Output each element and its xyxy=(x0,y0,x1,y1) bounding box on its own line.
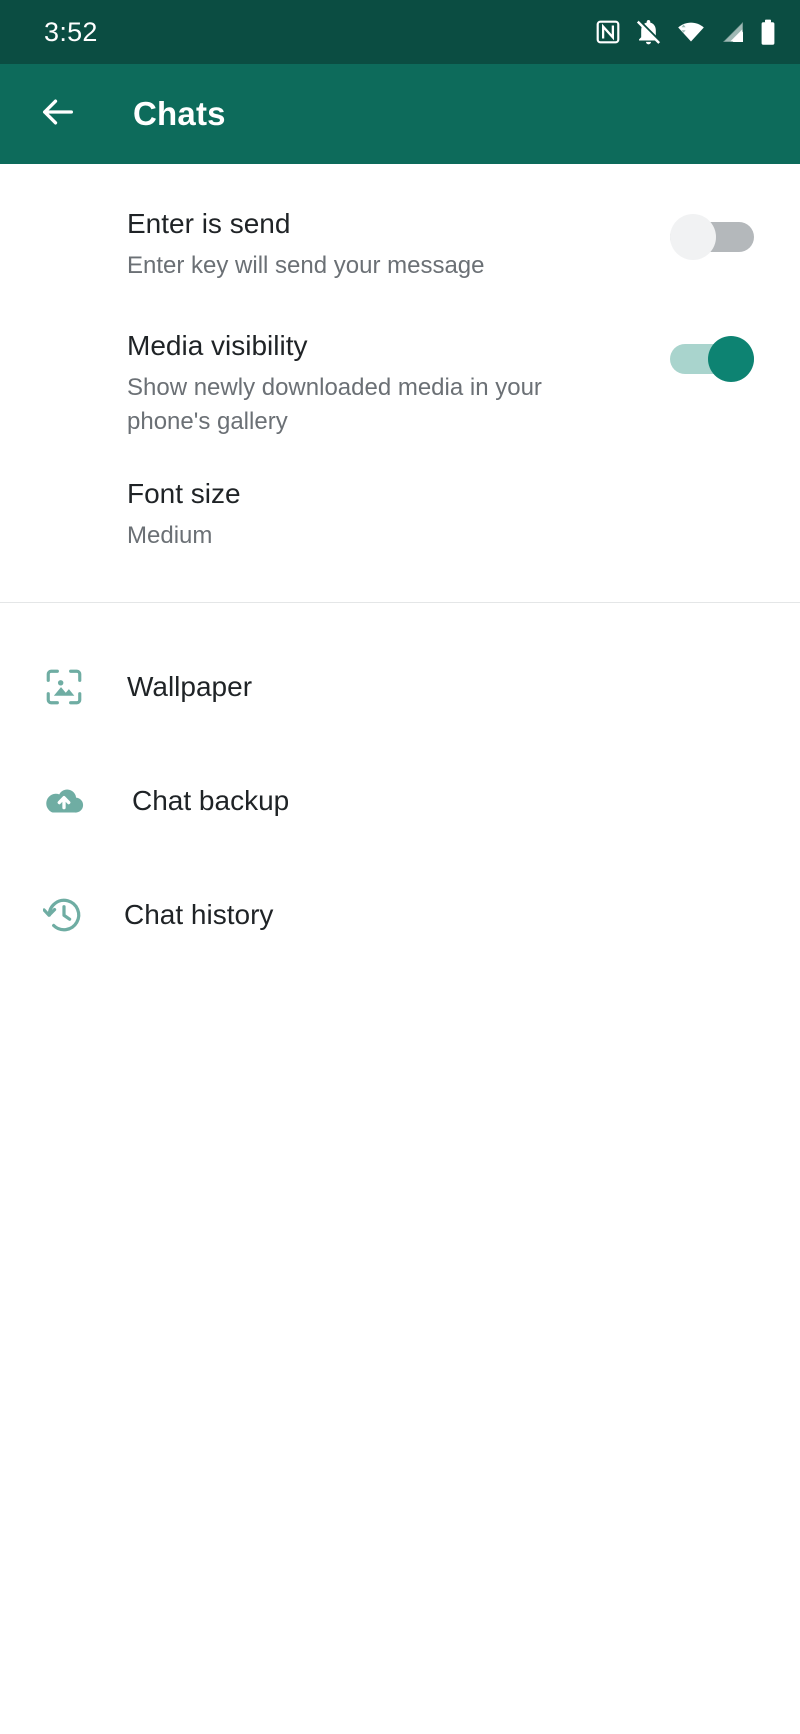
cellular-signal-icon xyxy=(720,19,746,45)
back-button[interactable] xyxy=(30,86,86,142)
media-visibility-texts: Media visibility Show newly downloaded m… xyxy=(127,322,670,440)
cloud-upload-icon xyxy=(42,779,86,823)
media-visibility-subtitle: Show newly downloaded media in your phon… xyxy=(127,374,542,436)
media-visibility-title: Media visibility xyxy=(127,330,308,361)
font-size-value: Medium xyxy=(127,521,213,549)
nfc-icon xyxy=(595,19,621,45)
status-bar-clock: 3:52 xyxy=(44,16,98,47)
nav-row-wallpaper[interactable]: Wallpaper xyxy=(0,637,800,737)
setting-row-media-visibility[interactable]: Media visibility Show newly downloaded m… xyxy=(0,322,800,440)
wallpaper-icon xyxy=(42,665,86,709)
nav-row-chat-backup[interactable]: Chat backup xyxy=(0,751,800,851)
media-visibility-toggle[interactable] xyxy=(670,336,754,382)
nav-label-wallpaper: Wallpaper xyxy=(127,670,253,702)
enter-is-send-toggle[interactable] xyxy=(670,214,754,260)
setting-row-enter-is-send[interactable]: Enter is send Enter key will send your m… xyxy=(0,200,800,296)
wifi-icon xyxy=(676,19,706,45)
setting-row-font-size[interactable]: Font size Medium xyxy=(0,470,800,566)
app-bar: Chats xyxy=(0,64,800,164)
status-bar-icons xyxy=(595,19,776,46)
enter-is-send-texts: Enter is send Enter key will send your m… xyxy=(127,200,670,283)
enter-is-send-subtitle: Enter key will send your message xyxy=(127,252,485,280)
nav-row-chat-history[interactable]: Chat history xyxy=(0,865,800,965)
status-bar: 3:52 xyxy=(0,0,800,64)
font-size-texts: Font size Medium xyxy=(127,470,772,553)
battery-icon xyxy=(760,19,776,46)
nav-label-chat-history: Chat history xyxy=(124,898,274,930)
toggle-thumb xyxy=(708,336,754,382)
nav-label-chat-backup: Chat backup xyxy=(132,784,290,816)
back-arrow-icon xyxy=(38,92,78,137)
toggle-thumb xyxy=(670,214,716,260)
notifications-off-icon xyxy=(635,19,662,46)
enter-is-send-title: Enter is send xyxy=(127,208,291,239)
font-size-title: Font size xyxy=(127,477,241,509)
page-title: Chats xyxy=(133,95,226,132)
phone-screen: 3:52 Chats Enter is send Enter key will … xyxy=(0,0,800,1734)
history-clock-icon xyxy=(42,893,86,937)
settings-content: Enter is send Enter key will send your m… xyxy=(0,164,800,965)
